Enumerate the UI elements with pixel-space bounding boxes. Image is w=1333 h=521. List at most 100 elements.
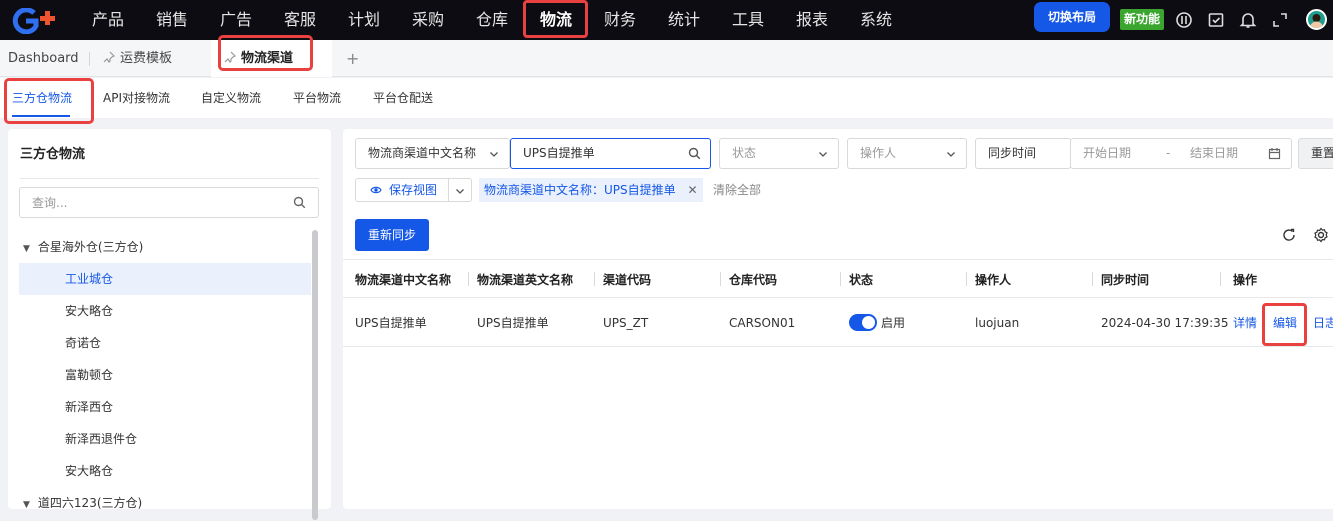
channel-search-field[interactable]: UPS自提推单 (510, 138, 711, 169)
activity-icon[interactable] (1175, 11, 1193, 29)
subnav-custom-logistics[interactable]: 自定义物流 (201, 78, 261, 118)
chevron-down-icon (490, 152, 498, 157)
nav-purchase[interactable]: 采购 (396, 0, 460, 40)
sidebar-search-input[interactable] (20, 188, 270, 217)
settings-gear-icon[interactable] (1313, 227, 1329, 243)
date-separator: - (1166, 146, 1171, 160)
status-placeholder: 状态 (732, 146, 757, 160)
nav-product[interactable]: 产品 (76, 0, 140, 40)
logistics-tab-highlight (218, 35, 313, 71)
chevron-down-icon[interactable] (455, 186, 465, 196)
nav-tools[interactable]: 工具 (716, 0, 780, 40)
save-view-label: 保存视图 (389, 183, 438, 197)
field-select[interactable]: 物流商渠道中文名称 (355, 138, 510, 169)
eye-icon (370, 186, 382, 194)
search-icon[interactable] (293, 196, 306, 209)
col-sync-time: 同步时间 (1101, 273, 1150, 287)
col-warehouse-code: 仓库代码 (729, 273, 778, 287)
col-divider (840, 272, 841, 286)
subnav-platform-warehouse-delivery[interactable]: 平台仓配送 (373, 78, 433, 118)
task-check-icon[interactable] (1207, 11, 1225, 29)
detail-link[interactable]: 详情 (1233, 313, 1257, 333)
status-toggle[interactable] (849, 314, 877, 331)
col-divider (1092, 272, 1093, 286)
col-divider (966, 272, 967, 286)
tree-group-hexing[interactable]: ▼ 合星海外仓(三方仓) (19, 231, 311, 263)
tree-item-new-jersey[interactable]: 新泽西仓 (19, 391, 311, 423)
subnav-platform-logistics[interactable]: 平台物流 (293, 78, 341, 118)
tree-item-new-jersey-returns[interactable]: 新泽西退件仓 (19, 423, 311, 455)
operator-select[interactable]: 操作人 (847, 138, 967, 169)
channel-search-value[interactable]: UPS自提推单 (523, 139, 595, 168)
nav-customer-service[interactable]: 客服 (268, 0, 332, 40)
log-link[interactable]: 日志 (1313, 313, 1333, 333)
tree-item-fullerton[interactable]: 富勒顿仓 (19, 359, 311, 391)
resync-button[interactable]: 重新同步 (355, 219, 429, 251)
tree-item-ontario-2[interactable]: 安大略仓 (19, 455, 311, 487)
top-navigation-bar: 产品 销售 广告 客服 计划 采购 仓库 物流 财务 统计 工具 报表 系统 切… (0, 0, 1333, 40)
nav-ads[interactable]: 广告 (204, 0, 268, 40)
notification-bell-icon[interactable] (1239, 11, 1257, 29)
main-nav: 产品 销售 广告 客服 计划 采购 仓库 物流 财务 统计 工具 报表 系统 (76, 0, 908, 40)
cell-status-label: 启用 (881, 316, 906, 330)
start-date-placeholder[interactable]: 开始日期 (1083, 139, 1131, 168)
edit-link-highlight (1262, 303, 1307, 346)
caret-down-icon[interactable]: ▼ (23, 500, 30, 510)
nav-reports[interactable]: 报表 (780, 0, 844, 40)
tree-item-chino[interactable]: 奇诺仓 (19, 327, 311, 359)
tree-item-ontario[interactable]: 安大略仓 (19, 295, 311, 327)
cell-warehouse-code: CARSON01 (729, 316, 796, 330)
refresh-icon[interactable] (1282, 228, 1296, 242)
reset-label: 重置 (1311, 146, 1333, 160)
table-top-border (343, 259, 1333, 260)
subnav-highlight (4, 78, 94, 124)
active-filter-label: 物流商渠道中文名称：UPS自提推单 (484, 183, 676, 197)
table-header-border (343, 297, 1333, 298)
operator-placeholder: 操作人 (860, 146, 897, 160)
time-type-select[interactable]: 同步时间 (975, 138, 1071, 169)
date-range-picker[interactable]: 开始日期 - 结束日期 (1070, 138, 1292, 169)
col-en-name: 物流渠道英文名称 (477, 273, 574, 287)
clear-all-link[interactable]: 清除全部 (713, 178, 761, 202)
sidebar-title: 三方仓物流 (20, 147, 86, 162)
cell-channel-code: UPS_ZT (603, 316, 649, 330)
search-icon[interactable] (688, 147, 701, 160)
end-date-placeholder[interactable]: 结束日期 (1190, 139, 1238, 168)
cell-en-name: UPS自提推单 (477, 316, 549, 330)
user-avatar[interactable] (1306, 9, 1327, 30)
nav-warehouse[interactable]: 仓库 (460, 0, 524, 40)
reset-button[interactable]: 重置 (1298, 138, 1333, 169)
subnav-api-logistics[interactable]: API对接物流 (103, 78, 170, 118)
cell-sync-time: 2024-04-30 17:39:35 (1101, 316, 1229, 330)
save-view-button[interactable]: 保存视图 (355, 178, 472, 202)
nav-system[interactable]: 系统 (844, 0, 908, 40)
close-icon[interactable]: ✕ (687, 183, 697, 197)
app-logo[interactable] (12, 8, 60, 34)
nav-statistics[interactable]: 统计 (652, 0, 716, 40)
tree-item-industrial-city[interactable]: 工业城仓 (19, 263, 311, 295)
sidebar-scrollbar[interactable] (312, 230, 318, 520)
tab-dashboard[interactable]: Dashboard (8, 40, 79, 77)
calendar-icon[interactable] (1268, 147, 1281, 160)
tab-freight-template[interactable]: 运费模板 (103, 40, 172, 77)
caret-down-icon[interactable]: ▼ (23, 244, 30, 254)
switch-layout-button[interactable]: 切换布局 (1034, 2, 1110, 32)
tree-group-daosi[interactable]: ▼ 道四六123(三方仓) (19, 487, 311, 519)
tree-group-label: 合星海外仓(三方仓) (37, 240, 144, 254)
add-tab-button[interactable]: + (346, 40, 359, 77)
new-feature-badge[interactable]: 新功能 (1120, 9, 1164, 30)
tree-group-label: 道四六123(三方仓) (37, 496, 143, 510)
table-row-border (343, 346, 1333, 347)
nav-sales[interactable]: 销售 (140, 0, 204, 40)
chevron-down-icon (819, 152, 827, 157)
sub-navigation: 三方仓物流 API对接物流 自定义物流 平台物流 平台仓配送 (0, 78, 1333, 118)
nav-finance[interactable]: 财务 (588, 0, 652, 40)
tab-freight-template-label: 运费模板 (120, 51, 173, 66)
sidebar-search (19, 187, 319, 218)
col-divider (720, 272, 721, 286)
fullscreen-icon[interactable] (1271, 11, 1289, 29)
nav-plan[interactable]: 计划 (332, 0, 396, 40)
col-status: 状态 (849, 273, 874, 287)
col-divider (1220, 272, 1221, 286)
status-select[interactable]: 状态 (719, 138, 839, 169)
